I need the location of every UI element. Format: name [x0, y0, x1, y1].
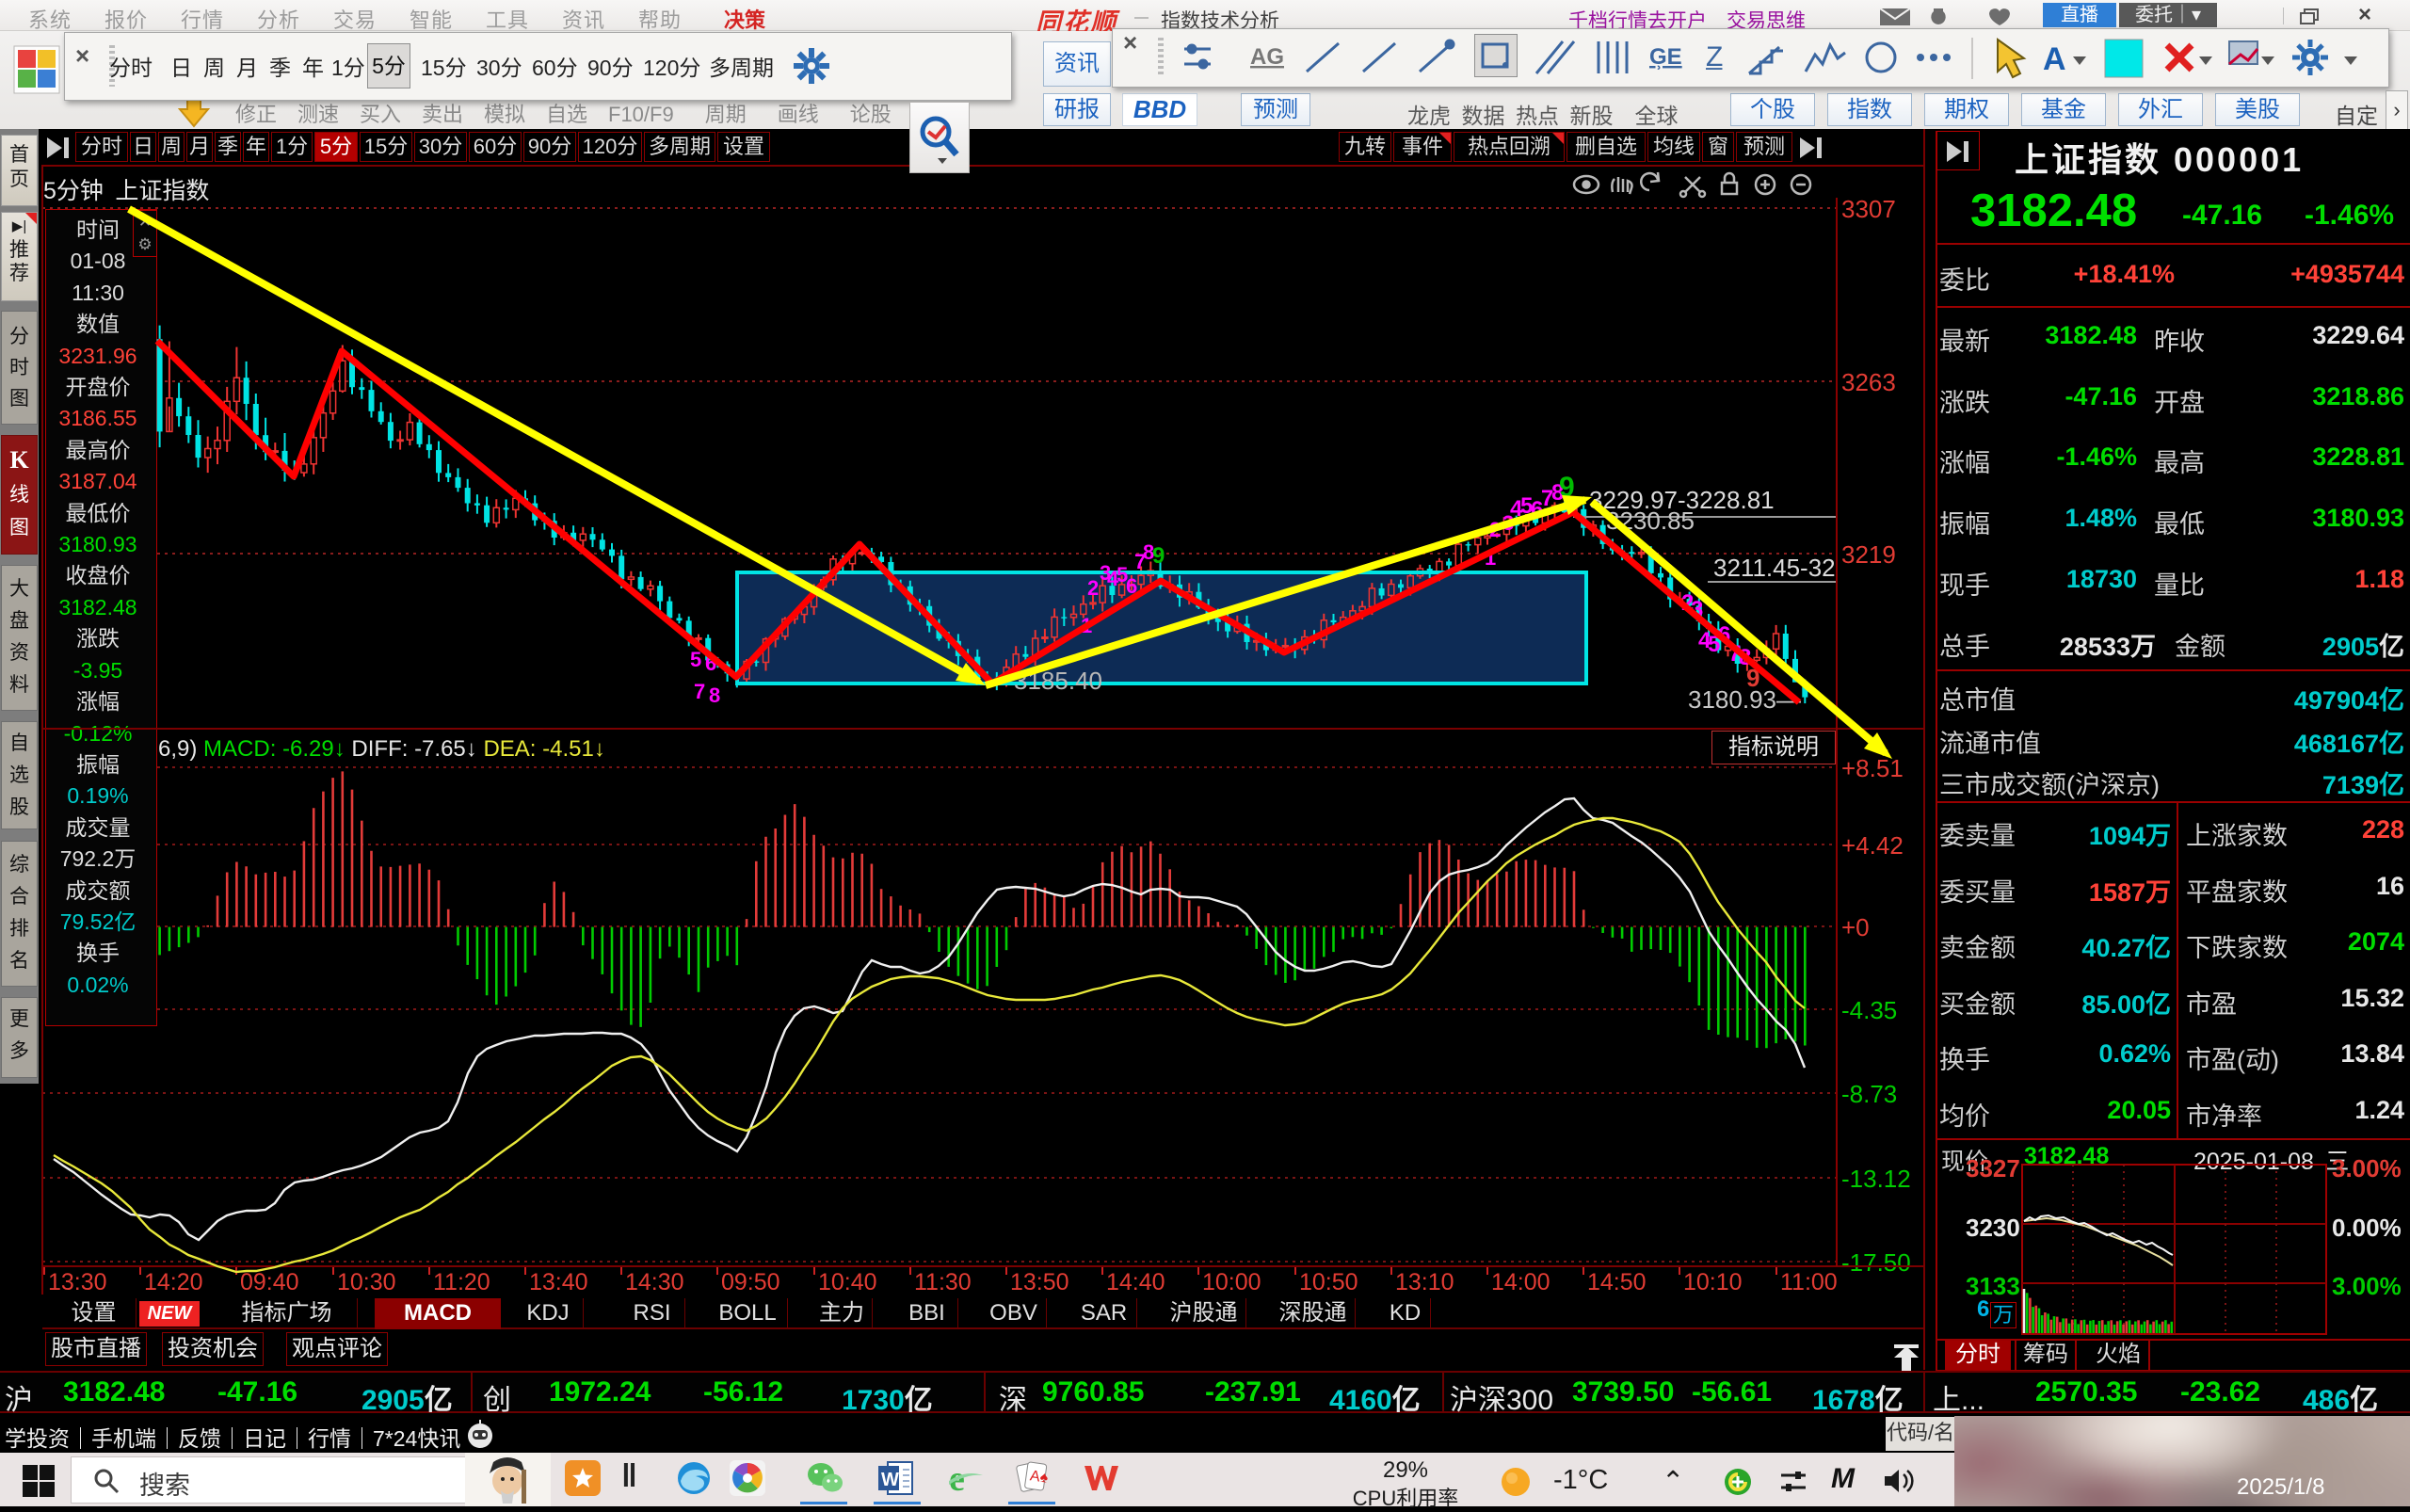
svg-text:Z̲: Z̲	[1706, 41, 1724, 72]
svg-text:A♠: A♠	[1029, 1468, 1050, 1487]
svg-text:A: A	[2043, 41, 2066, 77]
svg-text:AG: AG	[1250, 44, 1284, 70]
svg-text:W: W	[881, 1470, 899, 1490]
svg-text:G̹E: G̹E	[1649, 44, 1682, 71]
